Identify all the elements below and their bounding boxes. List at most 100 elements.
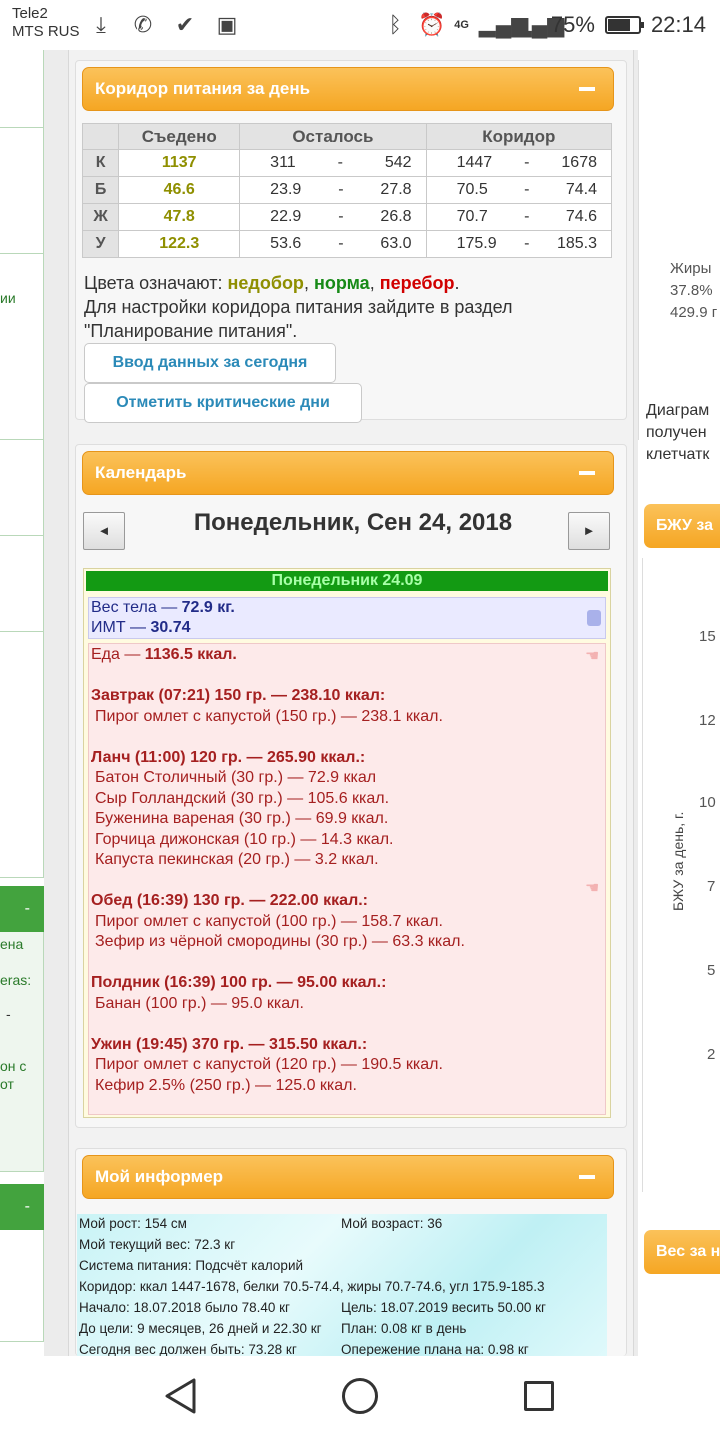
informer-current-weight: Мой текущий вес: 72.3 кг — [79, 1237, 236, 1252]
eaten-value: 47.8 — [118, 203, 241, 231]
input-today-button[interactable]: Ввод данных за сегодня — [84, 343, 336, 383]
row-label: К — [81, 149, 120, 177]
informer-goal: Цель: 18.07.2019 весить 50.00 кг — [341, 1300, 546, 1315]
meal-header: Ланч (11:00) 120 гр. — 265.90 ккал.: — [91, 748, 366, 766]
fats-value: 429.9 г — [670, 304, 718, 321]
corridor-range: 70.7 - 74.6 — [425, 203, 613, 231]
collapse-icon[interactable] — [579, 87, 595, 91]
left-block-8 — [0, 1230, 44, 1342]
day-entry: Понедельник 24.09 Вес тела — 72.9 кг. ИМ… — [83, 568, 611, 1118]
meal-item: Банан (100 гр.) — 95.0 ккал. — [95, 994, 304, 1012]
network-type: 4G — [454, 19, 469, 31]
status-bar: Tele2 MTS RUS ⤓ ✆ ✔ ▣ ᛒ ⏰ 4G ▂▄▆ ▂▄▆ 75%… — [0, 0, 720, 50]
meal-item: Пирог омлет с капустой (150 гр.) — 238.1… — [95, 707, 443, 725]
left-green-header-1[interactable]: - — [0, 886, 44, 932]
check-download-icon: ✔ — [175, 12, 195, 37]
informer-panel-header[interactable]: Мой информер — [82, 1155, 614, 1199]
corridor-max: 1678 — [561, 154, 597, 171]
image-icon: ▣ — [216, 12, 238, 37]
bju-axis-label: БЖУ за день, г. — [670, 811, 686, 911]
bju-tick-5: 5 — [707, 962, 716, 979]
nutrition-panel-header[interactable]: Коридор питания за день — [82, 67, 614, 111]
meal-item: Батон Столичный (30 гр.) — 72.9 ккал — [95, 769, 377, 786]
bju-panel-header[interactable]: БЖУ за — [644, 504, 720, 548]
meal-header: Завтрак (07:21) 150 гр. — 238.10 ккал: — [91, 687, 386, 704]
screen: Tele2 MTS RUS ⤓ ✆ ✔ ▣ ᛒ ⏰ 4G ▂▄▆ ▂▄▆ 75%… — [0, 0, 720, 1440]
informer-panel-title: Мой информер — [95, 1167, 224, 1186]
corridor-min: 70.7 — [456, 208, 488, 225]
informer-height: Мой рост: 154 см — [79, 1216, 187, 1231]
row-label: У — [81, 230, 120, 258]
meal-item: Кефир 2.5% (250 гр.) — 125.0 ккал. — [95, 1076, 357, 1094]
food-value: 1136.5 ккал. — [144, 646, 237, 663]
signal-2-icon: ▂▄▆ — [514, 12, 565, 37]
meal-header: Ужин (19:45) 370 гр. — 315.50 ккал.: — [91, 1035, 368, 1053]
remaining-range: 22.9 - 26.8 — [239, 203, 427, 231]
recent-apps-icon[interactable] — [524, 1381, 554, 1411]
calendar-date-title: Понедельник, Сен 24, 2018 — [193, 509, 513, 536]
collapse-icon[interactable] — [579, 471, 595, 475]
meal-item: Пирог омлет с капустой (100 гр.) — 158.7… — [95, 912, 443, 930]
left-block-6 — [0, 632, 44, 878]
remaining-max: 27.8 — [380, 181, 412, 198]
nutrition-panel-title: Коридор питания за день — [95, 79, 311, 98]
legend-under: недобор — [227, 273, 304, 293]
informer-to-goal: До цели: 9 месяцев, 26 дней и 22.30 кг — [79, 1321, 322, 1336]
prev-day-button[interactable]: ◄ — [83, 512, 125, 550]
home-icon[interactable] — [342, 1378, 378, 1414]
remaining-max: 63.0 — [380, 235, 412, 252]
left-text-4: - — [6, 1006, 11, 1022]
bju-tick-6: 2 — [707, 1046, 716, 1063]
range-dash: - — [338, 208, 344, 225]
carrier-2: MTS RUS — [12, 23, 80, 40]
left-block-4 — [0, 440, 44, 536]
informer-age: Мой возраст: 36 — [341, 1216, 443, 1231]
left-block-1 — [0, 50, 44, 128]
left-block-7 — [0, 932, 44, 1172]
legend-comma-1: , — [303, 273, 309, 293]
back-icon[interactable] — [164, 1378, 198, 1414]
left-green-header-2[interactable]: - — [0, 1184, 44, 1230]
weight-entry[interactable]: Вес тела — 72.9 кг. ИМТ — 30.74 — [88, 597, 606, 639]
corridor-range: 1447 - 1678 — [425, 149, 613, 177]
diagram-text-3: клетчатк — [646, 446, 710, 463]
right-sidebar: Жиры 37.8% 429.9 г Диаграм получен клетч… — [638, 50, 720, 1356]
range-dash: - — [524, 235, 530, 252]
meal-item: Горчица дижонская (10 гр.) — 14.3 ккал. — [95, 830, 394, 848]
bju-tick-2: 12 — [699, 712, 716, 729]
diagram-text-1: Диаграм — [646, 402, 710, 419]
nutrition-corridor-panel: Коридор питания за день Съедено Осталось… — [75, 60, 627, 423]
nutrition-row: Ж 47.8 22.9 - 26.8 70.7 - 74.6 — [81, 203, 613, 231]
remaining-min: 23.9 — [270, 181, 302, 198]
remaining-min: 311 — [270, 154, 296, 171]
bluetooth-icon: ᛒ — [388, 12, 402, 37]
informer-ahead: Опережение плана на: 0.98 кг — [341, 1342, 529, 1357]
next-day-button[interactable]: ► — [568, 512, 610, 550]
calendar-panel-header[interactable]: Календарь — [82, 451, 614, 495]
left-block-3 — [0, 254, 44, 440]
meal-item: Зефир из чёрной смородины (30 гр.) — 63.… — [95, 933, 465, 950]
bju-tick-4: 7 — [707, 878, 716, 895]
alarm-icon: ⏰ — [418, 12, 446, 37]
bju-chart: БЖУ за день, г. 15 12 10 7 5 2 — [642, 558, 720, 1192]
hand-icon: ☚ — [585, 648, 600, 665]
weight-panel-header[interactable]: Вес за н — [644, 1230, 720, 1274]
header-blank — [81, 123, 120, 150]
collapse-icon[interactable] — [579, 1175, 595, 1179]
weight-label: Вес тела — — [91, 599, 182, 616]
notification-icons: ⤓ ✆ ✔ ▣ — [88, 10, 240, 40]
calendar-panel-title: Календарь — [95, 463, 187, 482]
critical-days-button[interactable]: Отметить критические дни — [84, 383, 362, 423]
left-text-5: он с — [0, 1058, 27, 1074]
remaining-max: 542 — [384, 154, 412, 171]
corridor-min: 1447 — [456, 154, 493, 171]
bmi-line: ИМТ — 30.74 — [91, 618, 605, 638]
left-block-2 — [0, 128, 44, 254]
corridor-min: 70.5 — [456, 181, 488, 198]
battery-fill — [607, 19, 631, 31]
range-dash: - — [524, 154, 530, 171]
left-text-6: от — [0, 1076, 14, 1092]
food-entry[interactable]: Еда — 1136.5 ккал. ☚ ☚ Завтрак (07:21) 1… — [88, 643, 606, 1115]
corridor-max: 185.3 — [556, 235, 597, 252]
carrier-info: Tele2 MTS RUS — [12, 5, 80, 41]
